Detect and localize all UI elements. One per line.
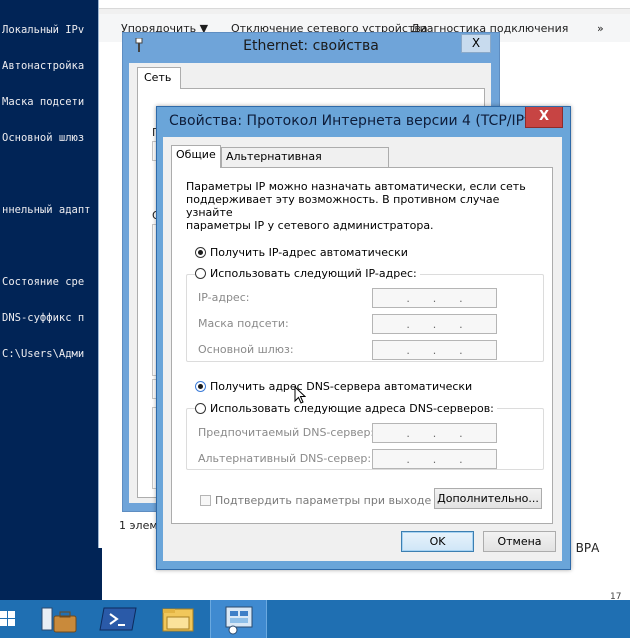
tab-general[interactable]: Общие [171, 145, 221, 168]
octet-separator: . [459, 343, 463, 357]
taskbar-powershell[interactable] [90, 600, 147, 638]
ip-address-input: ... [372, 288, 497, 308]
radio-dns-manual[interactable]: Использовать следующие адреса DNS-сервер… [195, 402, 497, 415]
network-control-panel-icon [225, 606, 253, 635]
radio-selected-icon [195, 247, 206, 258]
validate-settings-checkbox[interactable]: Подтвердить параметры при выходе [200, 494, 431, 507]
octet-separator: . [459, 452, 463, 466]
radio-dns-auto[interactable]: Получить адрес DNS-сервера автоматически [195, 380, 472, 393]
start-button[interactable] [0, 600, 22, 638]
radio-ip-manual-label: Использовать следующий IP-адрес: [210, 267, 417, 280]
taskbar [0, 600, 630, 638]
mouse-cursor-icon [294, 386, 306, 404]
octet-separator: . [406, 452, 410, 466]
powershell-icon [99, 607, 137, 631]
radio-unselected-icon [195, 268, 206, 279]
octet-separator: . [459, 426, 463, 440]
ethernet-close-button[interactable]: X [461, 34, 491, 53]
octet-separator: . [432, 426, 437, 440]
octet-separator: . [459, 317, 463, 331]
octet-separator: . [432, 343, 437, 357]
ethernet-dialog-title: Ethernet: свойства [243, 38, 379, 54]
console-line: Состояние сре [2, 276, 85, 288]
ipv4-dialog-body: Общие Альтернативная конфигурация Параме… [163, 137, 562, 561]
advanced-button[interactable]: Дополнительно... [434, 488, 542, 509]
server-manager-icon [41, 607, 77, 633]
radio-selected-icon [195, 381, 206, 392]
validate-settings-label: Подтвердить параметры при выходе [215, 494, 432, 507]
octet-separator: . [432, 291, 437, 305]
radio-ip-manual[interactable]: Использовать следующий IP-адрес: [195, 267, 420, 280]
ok-button[interactable]: OK [401, 531, 474, 552]
close-button[interactable]: X [525, 107, 563, 128]
cancel-button[interactable]: Отмена [483, 531, 556, 552]
octet-separator: . [459, 291, 463, 305]
start-icon [0, 611, 15, 626]
radio-ip-auto[interactable]: Получить IP-адрес автоматически [195, 246, 408, 259]
console-line: Локальный IPv [2, 24, 85, 36]
powershell-console[interactable]: Локальный IPv Автонастройка Маска подсет… [0, 0, 102, 600]
octet-separator: . [406, 426, 410, 440]
preferred-dns-label: Предпочитаемый DNS-сервер: [198, 426, 375, 439]
default-gateway-input: ... [372, 340, 497, 360]
console-line: Автонастройка [2, 60, 85, 72]
console-line: Маска подсети [2, 96, 85, 108]
taskbar-server-manager[interactable] [30, 600, 87, 638]
octet-separator: . [406, 291, 410, 305]
general-tab-page: Параметры IP можно назначать автоматичес… [171, 167, 553, 524]
toolbar-overflow-chevron[interactable]: » [597, 22, 604, 35]
status-bar-count: 1 элем [119, 519, 158, 532]
ipv4-dialog-title: Свойства: Протокол Интернета версии 4 (T… [169, 113, 547, 129]
radio-dns-auto-label: Получить адрес DNS-сервера автоматически [210, 380, 473, 393]
console-line: Основной шлюз [2, 132, 85, 144]
radio-unselected-icon [195, 403, 206, 414]
taskbar-file-explorer[interactable] [150, 600, 207, 638]
console-line: C:\Users\Адми [2, 348, 85, 360]
subnet-mask-label: Маска подсети: [198, 317, 289, 330]
ipv4-properties-dialog: Свойства: Протокол Интернета версии 4 (T… [156, 106, 571, 570]
radio-ip-auto-label: Получить IP-адрес автоматически [210, 246, 408, 259]
console-line: ннельный адапт [2, 204, 91, 216]
tab-network[interactable]: Сеть [137, 67, 181, 89]
octet-separator: . [432, 317, 437, 331]
preferred-dns-input: ... [372, 423, 497, 443]
radio-dns-manual-label: Использовать следующие адреса DNS-сервер… [210, 402, 494, 415]
octet-separator: . [406, 343, 410, 357]
ip-address-label: IP-адрес: [198, 291, 250, 304]
tab-alternate-configuration[interactable]: Альтернативная конфигурация [221, 147, 389, 181]
checkbox-unchecked-icon [200, 495, 211, 506]
console-line: DNS-суффикс п [2, 312, 85, 324]
alternate-dns-input: ... [372, 449, 497, 469]
subnet-mask-input: ... [372, 314, 497, 334]
default-gateway-label: Основной шлюз: [198, 343, 294, 356]
taskbar-network-control-panel[interactable] [210, 600, 267, 638]
address-bar-strip [99, 0, 630, 9]
intro-text: Параметры IP можно назначать автоматичес… [186, 180, 526, 232]
file-explorer-icon [162, 608, 194, 632]
octet-separator: . [406, 317, 410, 331]
alternate-dns-label: Альтернативный DNS-сервер: [198, 452, 372, 465]
octet-separator: . [432, 452, 437, 466]
